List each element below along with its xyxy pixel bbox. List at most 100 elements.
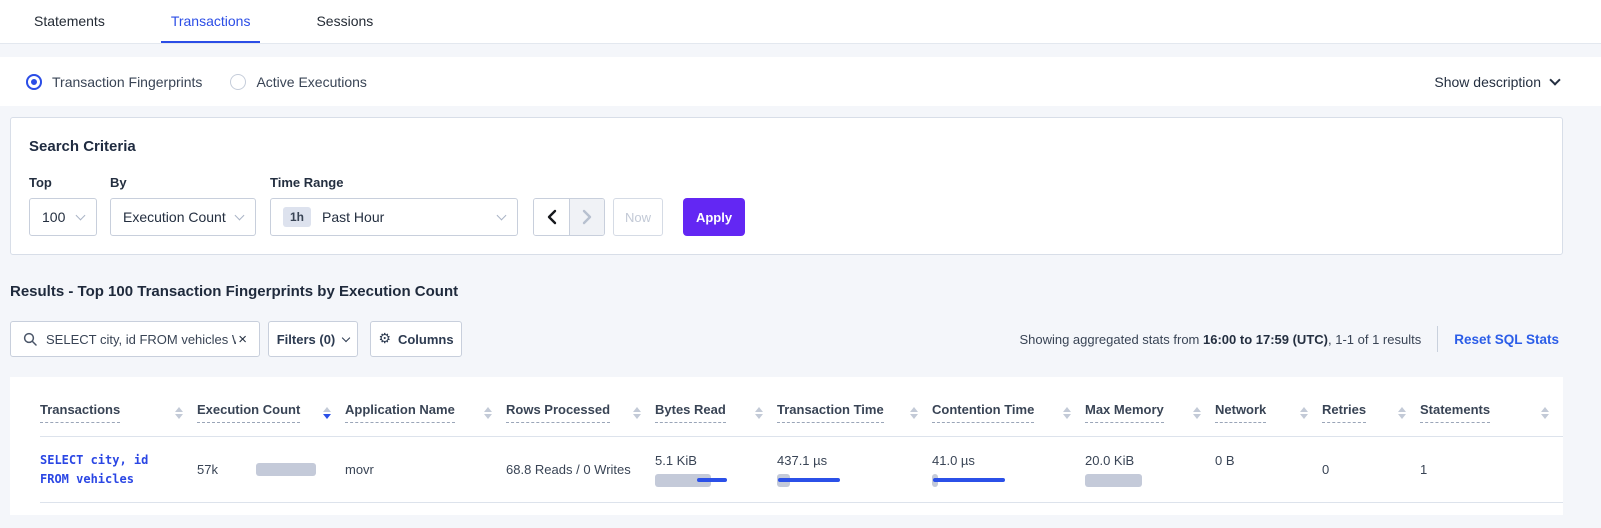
results-controls: × Filters (0) ⚙ Columns Showing aggregat… bbox=[10, 321, 1559, 357]
col-header-bytes-read[interactable]: Bytes Read bbox=[655, 377, 777, 437]
col-header-execution-count[interactable]: Execution Count bbox=[197, 377, 345, 437]
col-header-retries[interactable]: Retries bbox=[1322, 377, 1420, 437]
view-toggle-bar: Transaction Fingerprints Active Executio… bbox=[0, 57, 1601, 106]
filters-button[interactable]: Filters (0) bbox=[268, 321, 358, 357]
chevron-down-icon bbox=[76, 211, 86, 221]
divider bbox=[1437, 326, 1438, 352]
show-description-toggle[interactable]: Show description bbox=[1434, 74, 1559, 90]
stats-time-range: 16:00 to 17:59 (UTC) bbox=[1203, 332, 1328, 347]
cell-contention-time: 41.0 µs bbox=[932, 437, 1085, 503]
radio-label: Transaction Fingerprints bbox=[52, 74, 202, 90]
execution-count-bar bbox=[256, 463, 316, 476]
columns-label: Columns bbox=[398, 332, 454, 347]
sql-activity-page: Statements Transactions Sessions Transac… bbox=[0, 0, 1601, 528]
transaction-time-bar bbox=[777, 474, 922, 487]
sort-icon[interactable] bbox=[175, 407, 183, 419]
col-header-transactions[interactable]: Transactions bbox=[40, 377, 197, 437]
now-button[interactable]: Now bbox=[613, 198, 663, 236]
col-header-max-memory[interactable]: Max Memory bbox=[1085, 377, 1215, 437]
contention-time-bar bbox=[932, 474, 1075, 487]
sort-icon[interactable] bbox=[1300, 407, 1308, 419]
sort-icon[interactable] bbox=[1193, 407, 1201, 419]
chevron-down-icon bbox=[235, 211, 245, 221]
tab-statements[interactable]: Statements bbox=[24, 0, 115, 43]
chevron-down-icon bbox=[342, 333, 350, 341]
chevron-right-icon bbox=[581, 209, 593, 225]
chevron-down-icon bbox=[1549, 74, 1560, 85]
by-label: By bbox=[110, 175, 256, 190]
sort-icon[interactable] bbox=[633, 407, 641, 419]
table-row: SELECT city, id FROM vehicles 57k movr 6… bbox=[40, 437, 1563, 503]
sort-icon[interactable] bbox=[1398, 407, 1406, 419]
cell-application-name: movr bbox=[345, 437, 506, 503]
transactions-table: Transactions Execution Count Application… bbox=[40, 377, 1563, 503]
top-select-value: 100 bbox=[42, 209, 65, 225]
tab-sessions[interactable]: Sessions bbox=[306, 0, 383, 43]
col-header-statements[interactable]: Statements bbox=[1420, 377, 1563, 437]
cell-statements: 1 bbox=[1420, 437, 1563, 503]
search-input[interactable] bbox=[46, 332, 236, 347]
time-range-nav bbox=[533, 198, 605, 236]
max-memory-bar bbox=[1085, 474, 1205, 487]
results-table-card: Transactions Execution Count Application… bbox=[10, 377, 1563, 515]
bytes-read-bar bbox=[655, 474, 767, 487]
reset-sql-stats-link[interactable]: Reset SQL Stats bbox=[1454, 332, 1559, 347]
time-range-value: Past Hour bbox=[322, 209, 384, 225]
radio-label: Active Executions bbox=[256, 74, 367, 90]
cell-network: 0 B bbox=[1215, 437, 1322, 503]
columns-button[interactable]: ⚙ Columns bbox=[370, 321, 462, 357]
stats-summary: Showing aggregated stats from 16:00 to 1… bbox=[1019, 326, 1559, 352]
chevron-down-icon bbox=[497, 211, 507, 221]
radio-active-executions[interactable]: Active Executions bbox=[230, 74, 367, 90]
cell-bytes-read: 5.1 KiB bbox=[655, 437, 777, 503]
sort-icon[interactable] bbox=[1063, 407, 1071, 419]
cell-transaction: SELECT city, id FROM vehicles bbox=[40, 437, 197, 503]
time-range-field: Time Range 1h Past Hour bbox=[270, 175, 518, 236]
radio-unselected-icon[interactable] bbox=[230, 74, 246, 90]
time-range-badge: 1h bbox=[283, 207, 311, 227]
by-field: By Execution Count bbox=[110, 175, 256, 236]
sort-icon-active-desc[interactable] bbox=[323, 407, 331, 419]
show-description-label: Show description bbox=[1434, 74, 1541, 90]
search-criteria-title: Search Criteria bbox=[29, 138, 1544, 155]
col-header-transaction-time[interactable]: Transaction Time bbox=[777, 377, 932, 437]
prev-time-button[interactable] bbox=[534, 199, 569, 235]
spacer-strip bbox=[0, 44, 1601, 57]
sort-icon[interactable] bbox=[755, 407, 763, 419]
tab-bar: Statements Transactions Sessions bbox=[0, 0, 1601, 44]
search-criteria-form: Top 100 By Execution Count Time Range 1h… bbox=[29, 175, 1544, 236]
sort-icon[interactable] bbox=[484, 407, 492, 419]
sort-icon[interactable] bbox=[910, 407, 918, 419]
sort-icon[interactable] bbox=[1541, 407, 1549, 419]
col-header-rows-processed[interactable]: Rows Processed bbox=[506, 377, 655, 437]
radio-selected-icon[interactable] bbox=[26, 74, 42, 90]
apply-button[interactable]: Apply bbox=[683, 198, 745, 236]
col-header-contention-time[interactable]: Contention Time bbox=[932, 377, 1085, 437]
cell-transaction-time: 437.1 µs bbox=[777, 437, 932, 503]
time-range-select[interactable]: 1h Past Hour bbox=[270, 198, 518, 236]
by-select-value: Execution Count bbox=[123, 209, 226, 225]
cell-execution-count: 57k bbox=[197, 437, 345, 503]
search-criteria-card: Search Criteria Top 100 By Execution Cou… bbox=[10, 117, 1563, 255]
radio-transaction-fingerprints[interactable]: Transaction Fingerprints bbox=[26, 74, 202, 90]
search-icon bbox=[23, 332, 37, 346]
time-range-label: Time Range bbox=[270, 175, 518, 190]
transaction-fingerprint-link[interactable]: SELECT city, id FROM vehicles bbox=[40, 451, 187, 488]
stats-suffix: , 1-1 of 1 results bbox=[1328, 332, 1421, 347]
gear-icon: ⚙ bbox=[378, 331, 391, 347]
table-header-row: Transactions Execution Count Application… bbox=[40, 377, 1563, 437]
tab-transactions[interactable]: Transactions bbox=[161, 0, 261, 43]
col-header-application-name[interactable]: Application Name bbox=[345, 377, 506, 437]
top-field: Top 100 bbox=[29, 175, 97, 236]
next-time-button[interactable] bbox=[569, 199, 604, 235]
cell-retries: 0 bbox=[1322, 437, 1420, 503]
filters-label: Filters (0) bbox=[277, 332, 336, 347]
top-select[interactable]: 100 bbox=[29, 198, 97, 236]
clear-search-icon[interactable]: × bbox=[236, 332, 249, 347]
col-header-network[interactable]: Network bbox=[1215, 377, 1322, 437]
cell-max-memory: 20.0 KiB bbox=[1085, 437, 1215, 503]
search-box[interactable]: × bbox=[10, 321, 260, 357]
stats-prefix: Showing aggregated stats from bbox=[1019, 332, 1203, 347]
cell-rows-processed: 68.8 Reads / 0 Writes bbox=[506, 437, 655, 503]
by-select[interactable]: Execution Count bbox=[110, 198, 256, 236]
